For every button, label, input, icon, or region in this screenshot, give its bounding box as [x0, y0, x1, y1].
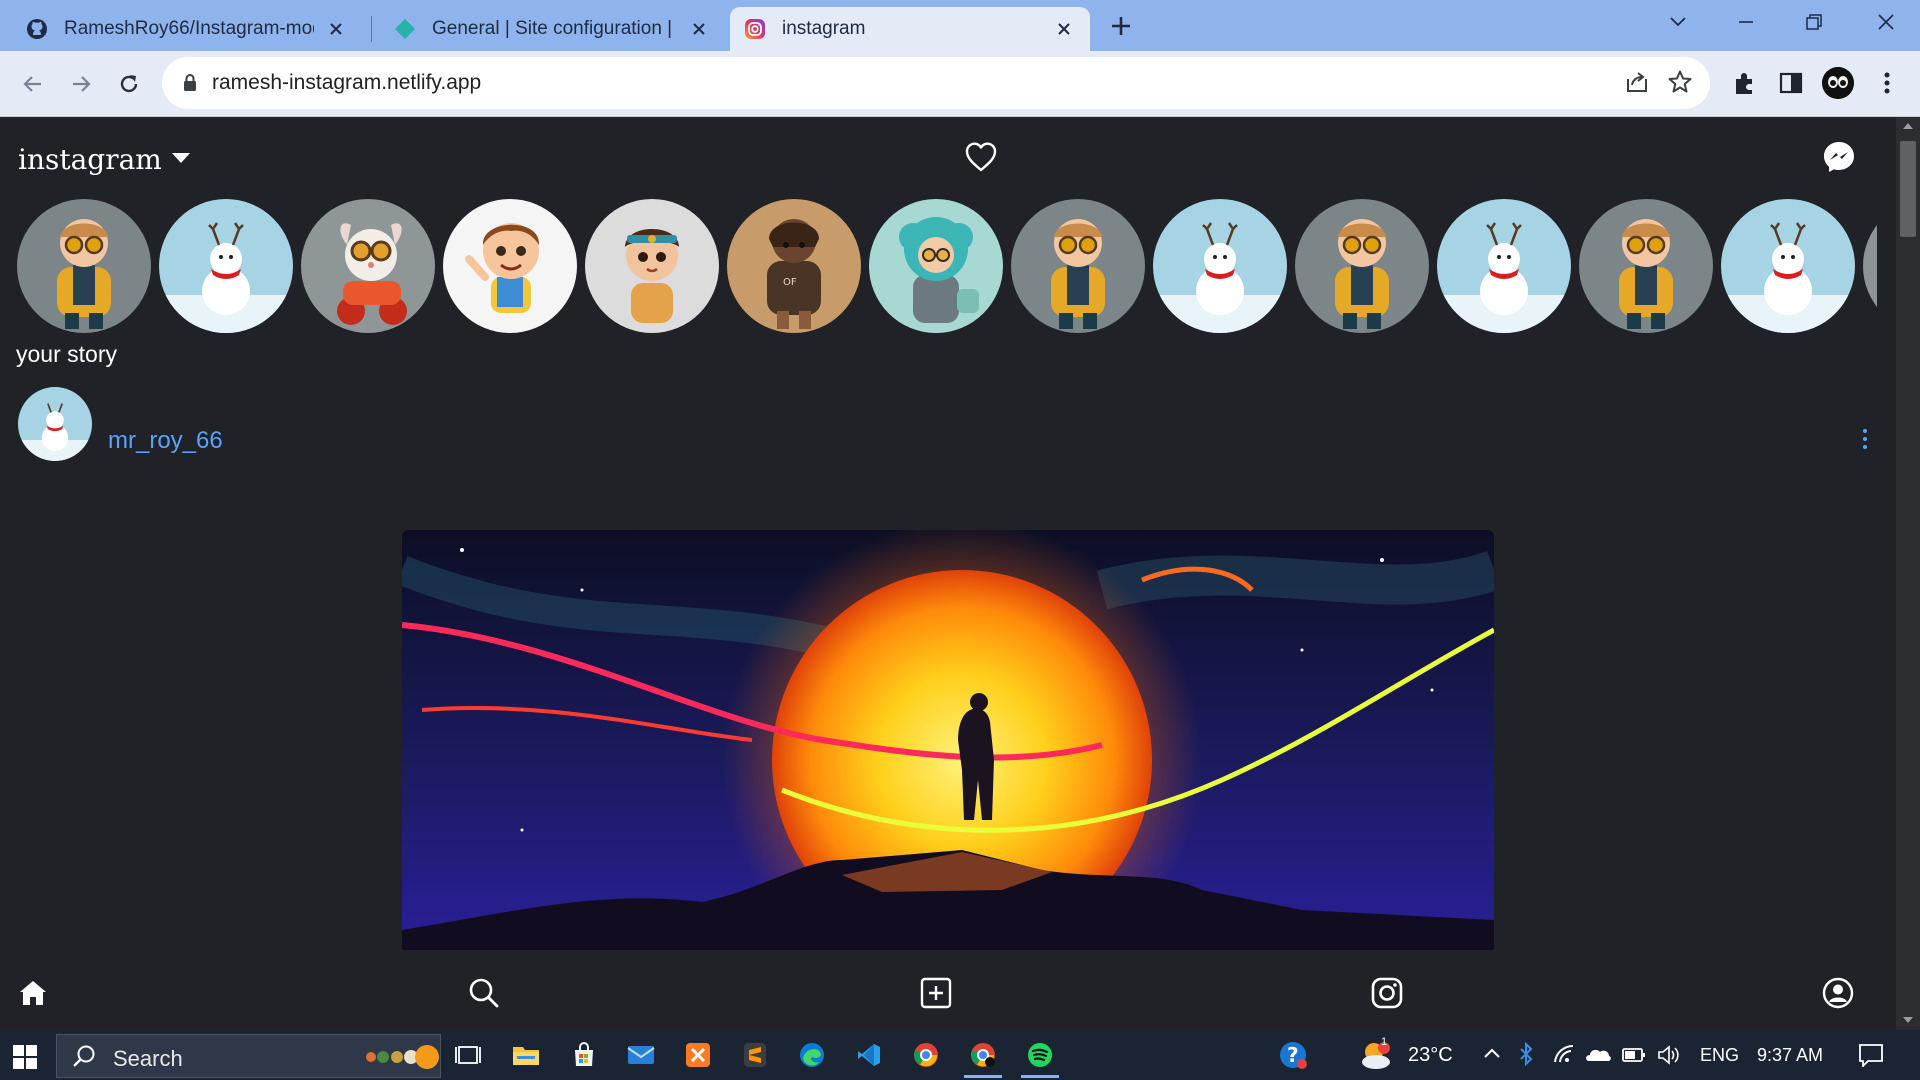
close-icon[interactable]	[687, 17, 711, 41]
svg-text:?: ?	[1287, 1043, 1299, 1067]
back-button[interactable]	[14, 65, 52, 103]
vscode-icon[interactable]	[854, 1040, 884, 1070]
brand-logo-text: instagram	[18, 143, 162, 176]
story-avatar[interactable]	[1153, 199, 1287, 333]
post-username[interactable]: mr_roy_66	[108, 427, 223, 455]
search-highlight-icon	[357, 1043, 441, 1076]
tab-title: RameshRoy66/Instagram-model	[64, 18, 314, 39]
mail-icon[interactable]	[626, 1040, 656, 1070]
onedrive-icon[interactable]	[1585, 1046, 1611, 1067]
notifications-icon[interactable]	[1858, 1043, 1884, 1072]
messenger-icon[interactable]	[1822, 140, 1856, 179]
story-avatar[interactable]	[301, 199, 435, 333]
story-avatar[interactable]	[1295, 199, 1429, 333]
chrome-profile-icon[interactable]	[964, 1040, 1002, 1078]
microsoft-store-icon[interactable]	[569, 1040, 599, 1070]
github-icon	[26, 18, 48, 40]
task-view-icon[interactable]	[453, 1040, 483, 1070]
instagram-page: instagram OF your story mr_roy_66	[0, 117, 1896, 1030]
search-label: Search	[113, 1046, 183, 1071]
story-avatar[interactable]	[159, 199, 293, 333]
windows-start-icon[interactable]	[12, 1044, 38, 1075]
story-avatar[interactable]: OF	[727, 199, 861, 333]
brand-dropdown[interactable]: instagram	[18, 143, 190, 176]
profile-avatar[interactable]	[1822, 67, 1854, 99]
edge-icon[interactable]	[797, 1040, 827, 1070]
story-avatar[interactable]	[585, 199, 719, 333]
add-post-icon[interactable]	[919, 976, 953, 1010]
tab-title: General | Site configuration | ran	[432, 18, 677, 39]
bookmark-star-icon[interactable]	[1667, 69, 1693, 100]
tab-instagram[interactable]: instagram	[730, 7, 1090, 51]
battery-icon[interactable]	[1622, 1048, 1646, 1067]
chrome-icon[interactable]	[911, 1040, 941, 1070]
netlify-icon	[394, 18, 416, 40]
spotify-icon[interactable]	[1021, 1040, 1059, 1078]
caret-down-icon	[171, 152, 190, 163]
story-avatar[interactable]	[1863, 199, 1877, 333]
your-story-label: your story	[16, 341, 117, 367]
close-window-button[interactable]	[1852, 0, 1920, 44]
sublime-text-icon[interactable]	[740, 1040, 770, 1070]
tab-search-button[interactable]	[1644, 0, 1712, 44]
bluetooth-icon[interactable]	[1518, 1041, 1534, 1071]
browser-toolbar: ramesh-instagram.netlify.app	[0, 51, 1920, 117]
instagram-icon[interactable]	[1370, 976, 1404, 1010]
story-avatar[interactable]	[1579, 199, 1713, 333]
close-icon[interactable]	[1052, 17, 1076, 41]
stories-strip: OF	[17, 199, 1877, 335]
home-icon[interactable]	[16, 976, 50, 1010]
tab-title: instagram	[782, 18, 866, 39]
story-avatar[interactable]	[1437, 199, 1571, 333]
story-avatar[interactable]	[17, 199, 151, 333]
search-icon	[71, 1044, 97, 1075]
weather-badge: 1	[1381, 1036, 1388, 1048]
tab-github[interactable]: RameshRoy66/Instagram-model	[12, 7, 362, 51]
bottom-nav	[0, 950, 1896, 1030]
address-bar[interactable]: ramesh-instagram.netlify.app	[162, 57, 1710, 109]
restore-button[interactable]	[1780, 0, 1848, 44]
weather-temperature[interactable]: 23°C	[1408, 1044, 1453, 1067]
search-icon[interactable]	[467, 976, 501, 1010]
share-icon[interactable]	[1624, 69, 1650, 100]
heart-icon[interactable]	[964, 141, 998, 178]
file-explorer-icon[interactable]	[511, 1040, 541, 1070]
language-indicator[interactable]: ENG	[1700, 1045, 1739, 1066]
tab-separator	[371, 16, 372, 42]
tab-netlify[interactable]: General | Site configuration | ran	[380, 7, 725, 51]
xampp-icon[interactable]	[683, 1040, 713, 1070]
tab-strip: RameshRoy66/Instagram-model General | Si…	[0, 0, 1920, 51]
taskbar: Search ? 1 23°C ENG 9:37 AM	[0, 1030, 1920, 1080]
side-panel-icon[interactable]	[1776, 68, 1806, 98]
extensions-icon[interactable]	[1730, 68, 1760, 98]
minimize-button[interactable]	[1712, 0, 1780, 44]
page-scrollbar[interactable]	[1896, 117, 1920, 1030]
lock-icon[interactable]	[182, 73, 198, 98]
new-tab-button[interactable]	[1108, 13, 1134, 39]
post-author-avatar[interactable]	[18, 387, 92, 461]
story-avatar[interactable]	[1011, 199, 1145, 333]
scrollbar-thumb[interactable]	[1900, 141, 1916, 237]
post-image[interactable]	[402, 530, 1494, 950]
taskbar-search[interactable]: Search	[56, 1034, 441, 1078]
scroll-down-arrow[interactable]	[1903, 1017, 1913, 1023]
volume-icon[interactable]	[1657, 1045, 1681, 1070]
instagram-icon	[744, 18, 766, 40]
clock-time[interactable]: 9:37 AM	[1757, 1045, 1823, 1066]
reload-button[interactable]	[110, 65, 148, 103]
forward-button[interactable]	[62, 65, 100, 103]
svg-text:OF: OF	[783, 277, 797, 288]
profile-icon[interactable]	[1821, 976, 1855, 1010]
post-options-icon[interactable]	[1862, 429, 1868, 451]
show-hidden-icons[interactable]	[1483, 1046, 1501, 1065]
story-avatar[interactable]	[869, 199, 1003, 333]
menu-icon[interactable]	[1872, 68, 1902, 98]
help-icon[interactable]: ?	[1278, 1040, 1308, 1070]
url-text: ramesh-instagram.netlify.app	[212, 71, 482, 94]
scroll-up-arrow[interactable]	[1903, 123, 1913, 129]
network-icon[interactable]	[1553, 1044, 1577, 1069]
close-icon[interactable]	[324, 17, 348, 41]
story-avatar[interactable]	[1721, 199, 1855, 333]
story-avatar[interactable]	[443, 199, 577, 333]
